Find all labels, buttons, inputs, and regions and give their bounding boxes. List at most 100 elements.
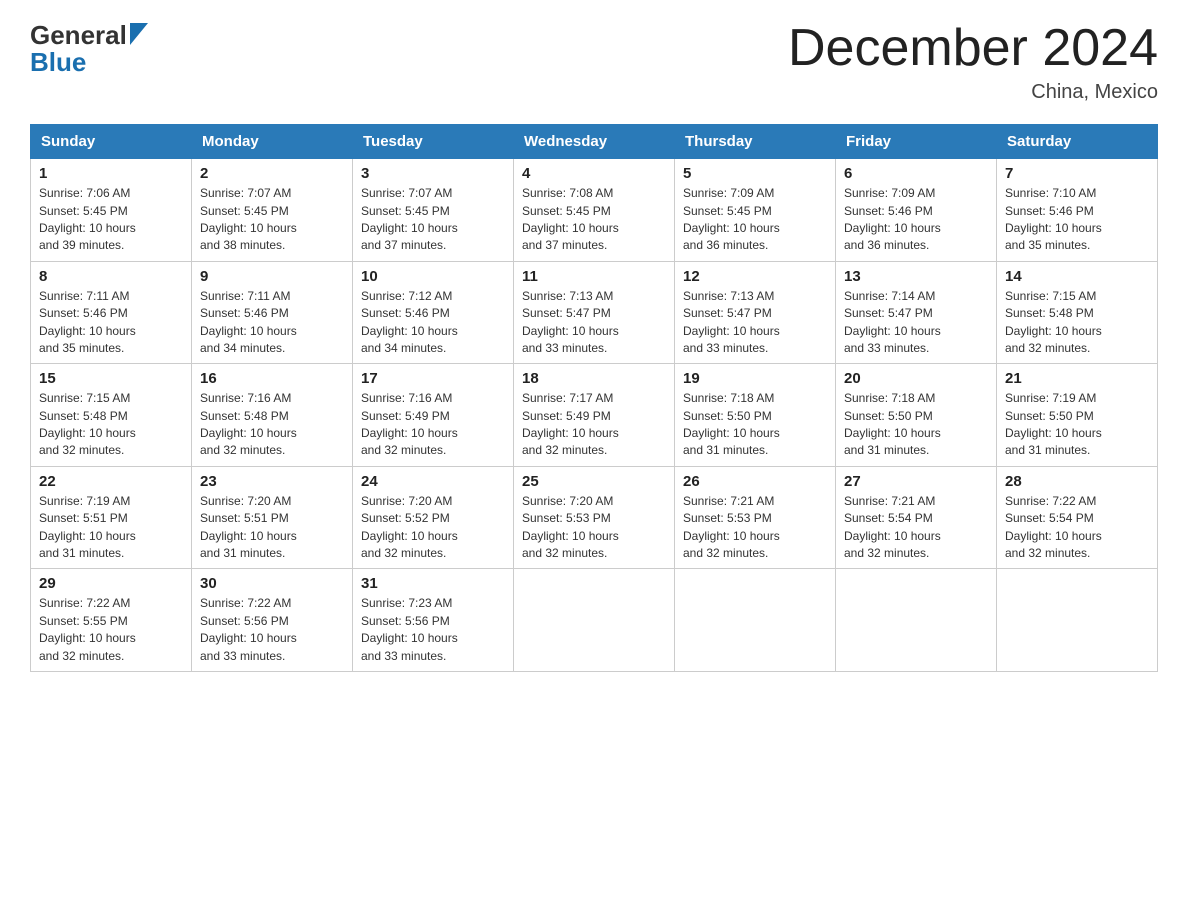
calendar-empty-cell: [997, 569, 1158, 672]
day-number: 23: [200, 473, 344, 490]
calendar-day-cell: 9Sunrise: 7:11 AM Sunset: 5:46 PM Daylig…: [192, 261, 353, 364]
calendar-day-cell: 30 Sunrise: 7:22 AM Sunset: 5:56 PM Dayli…: [192, 569, 353, 672]
calendar-day-cell: 5 Sunrise: 7:09 AM Sunset: 5:45 PM Daylig…: [675, 159, 836, 262]
day-number: 20: [844, 370, 988, 387]
day-sun-info: Sunrise: 7:21 AM Sunset: 5:53 PM Dayligh…: [683, 493, 827, 563]
day-sun-info: Sunrise: 7:16 AM Sunset: 5:49 PM Dayligh…: [361, 390, 505, 460]
day-number: 31: [361, 575, 505, 592]
logo: General Blue: [30, 20, 148, 78]
weekday-header-thursday: Thursday: [675, 125, 836, 159]
weekday-header-wednesday: Wednesday: [514, 125, 675, 159]
calendar-week-row: 29 Sunrise: 7:22 AM Sunset: 5:55 PM Dayli…: [31, 569, 1158, 672]
calendar-day-cell: 4 Sunrise: 7:08 AM Sunset: 5:45 PM Daylig…: [514, 159, 675, 262]
day-sun-info: Sunrise: 7:17 AM Sunset: 5:49 PM Dayligh…: [522, 390, 666, 460]
day-number: 4: [522, 165, 666, 182]
calendar-day-cell: 7 Sunrise: 7:10 AM Sunset: 5:46 PM Daylig…: [997, 159, 1158, 262]
calendar-week-row: 15Sunrise: 7:15 AM Sunset: 5:48 PM Dayli…: [31, 364, 1158, 467]
weekday-header-row: SundayMondayTuesdayWednesdayThursdayFrid…: [31, 125, 1158, 159]
weekday-header-monday: Monday: [192, 125, 353, 159]
calendar-day-cell: 29 Sunrise: 7:22 AM Sunset: 5:55 PM Dayli…: [31, 569, 192, 672]
month-title: December 2024: [788, 20, 1158, 77]
calendar-day-cell: 17 Sunrise: 7:16 AM Sunset: 5:49 PM Dayli…: [353, 364, 514, 467]
calendar-week-row: 22 Sunrise: 7:19 AM Sunset: 5:51 PM Dayli…: [31, 466, 1158, 569]
day-sun-info: Sunrise: 7:13 AM Sunset: 5:47 PM Dayligh…: [683, 288, 827, 358]
day-sun-info: Sunrise: 7:14 AM Sunset: 5:47 PM Dayligh…: [844, 288, 988, 358]
day-number: 1: [39, 165, 183, 182]
day-sun-info: Sunrise: 7:23 AM Sunset: 5:56 PM Dayligh…: [361, 595, 505, 665]
calendar-day-cell: 28 Sunrise: 7:22 AM Sunset: 5:54 PM Dayli…: [997, 466, 1158, 569]
day-number: 25: [522, 473, 666, 490]
day-number: 7: [1005, 165, 1149, 182]
calendar-day-cell: 25Sunrise: 7:20 AM Sunset: 5:53 PM Dayli…: [514, 466, 675, 569]
calendar-empty-cell: [836, 569, 997, 672]
day-number: 27: [844, 473, 988, 490]
day-sun-info: Sunrise: 7:13 AM Sunset: 5:47 PM Dayligh…: [522, 288, 666, 358]
day-sun-info: Sunrise: 7:22 AM Sunset: 5:56 PM Dayligh…: [200, 595, 344, 665]
day-number: 3: [361, 165, 505, 182]
day-number: 30: [200, 575, 344, 592]
day-number: 14: [1005, 268, 1149, 285]
day-sun-info: Sunrise: 7:12 AM Sunset: 5:46 PM Dayligh…: [361, 288, 505, 358]
weekday-header-saturday: Saturday: [997, 125, 1158, 159]
calendar-empty-cell: [514, 569, 675, 672]
day-number: 10: [361, 268, 505, 285]
day-sun-info: Sunrise: 7:20 AM Sunset: 5:52 PM Dayligh…: [361, 493, 505, 563]
day-number: 22: [39, 473, 183, 490]
day-sun-info: Sunrise: 7:19 AM Sunset: 5:50 PM Dayligh…: [1005, 390, 1149, 460]
location-subtitle: China, Mexico: [788, 81, 1158, 104]
day-sun-info: Sunrise: 7:09 AM Sunset: 5:46 PM Dayligh…: [844, 185, 988, 255]
calendar-day-cell: 31 Sunrise: 7:23 AM Sunset: 5:56 PM Dayli…: [353, 569, 514, 672]
calendar-week-row: 1Sunrise: 7:06 AM Sunset: 5:45 PM Daylig…: [31, 159, 1158, 262]
calendar-day-cell: 3 Sunrise: 7:07 AM Sunset: 5:45 PM Daylig…: [353, 159, 514, 262]
calendar-day-cell: 10 Sunrise: 7:12 AM Sunset: 5:46 PM Dayli…: [353, 261, 514, 364]
calendar-empty-cell: [675, 569, 836, 672]
calendar-week-row: 8 Sunrise: 7:11 AM Sunset: 5:46 PM Daylig…: [31, 261, 1158, 364]
day-sun-info: Sunrise: 7:22 AM Sunset: 5:55 PM Dayligh…: [39, 595, 183, 665]
day-sun-info: Sunrise: 7:15 AM Sunset: 5:48 PM Dayligh…: [1005, 288, 1149, 358]
weekday-header-friday: Friday: [836, 125, 997, 159]
day-sun-info: Sunrise: 7:15 AM Sunset: 5:48 PM Dayligh…: [39, 390, 183, 460]
day-number: 24: [361, 473, 505, 490]
day-number: 17: [361, 370, 505, 387]
day-number: 16: [200, 370, 344, 387]
day-number: 26: [683, 473, 827, 490]
day-sun-info: Sunrise: 7:22 AM Sunset: 5:54 PM Dayligh…: [1005, 493, 1149, 563]
calendar-day-cell: 11 Sunrise: 7:13 AM Sunset: 5:47 PM Dayli…: [514, 261, 675, 364]
day-number: 6: [844, 165, 988, 182]
day-sun-info: Sunrise: 7:21 AM Sunset: 5:54 PM Dayligh…: [844, 493, 988, 563]
day-number: 9: [200, 268, 344, 285]
page-header: General Blue December 2024 China, Mexico: [30, 20, 1158, 104]
day-number: 21: [1005, 370, 1149, 387]
day-number: 11: [522, 268, 666, 285]
day-sun-info: Sunrise: 7:08 AM Sunset: 5:45 PM Dayligh…: [522, 185, 666, 255]
day-sun-info: Sunrise: 7:19 AM Sunset: 5:51 PM Dayligh…: [39, 493, 183, 563]
day-sun-info: Sunrise: 7:07 AM Sunset: 5:45 PM Dayligh…: [200, 185, 344, 255]
day-sun-info: Sunrise: 7:11 AM Sunset: 5:46 PM Dayligh…: [39, 288, 183, 358]
calendar-table: SundayMondayTuesdayWednesdayThursdayFrid…: [30, 124, 1158, 672]
calendar-day-cell: 15Sunrise: 7:15 AM Sunset: 5:48 PM Dayli…: [31, 364, 192, 467]
calendar-day-cell: 12Sunrise: 7:13 AM Sunset: 5:47 PM Dayli…: [675, 261, 836, 364]
day-sun-info: Sunrise: 7:07 AM Sunset: 5:45 PM Dayligh…: [361, 185, 505, 255]
day-number: 5: [683, 165, 827, 182]
calendar-day-cell: 24 Sunrise: 7:20 AM Sunset: 5:52 PM Dayli…: [353, 466, 514, 569]
day-sun-info: Sunrise: 7:10 AM Sunset: 5:46 PM Dayligh…: [1005, 185, 1149, 255]
day-number: 29: [39, 575, 183, 592]
day-sun-info: Sunrise: 7:09 AM Sunset: 5:45 PM Dayligh…: [683, 185, 827, 255]
calendar-day-cell: 14 Sunrise: 7:15 AM Sunset: 5:48 PM Dayli…: [997, 261, 1158, 364]
weekday-header-sunday: Sunday: [31, 125, 192, 159]
calendar-day-cell: 26 Sunrise: 7:21 AM Sunset: 5:53 PM Dayli…: [675, 466, 836, 569]
calendar-day-cell: 13 Sunrise: 7:14 AM Sunset: 5:47 PM Dayli…: [836, 261, 997, 364]
calendar-day-cell: 19Sunrise: 7:18 AM Sunset: 5:50 PM Dayli…: [675, 364, 836, 467]
calendar-day-cell: 2Sunrise: 7:07 AM Sunset: 5:45 PM Daylig…: [192, 159, 353, 262]
day-sun-info: Sunrise: 7:18 AM Sunset: 5:50 PM Dayligh…: [844, 390, 988, 460]
day-sun-info: Sunrise: 7:18 AM Sunset: 5:50 PM Dayligh…: [683, 390, 827, 460]
calendar-day-cell: 21 Sunrise: 7:19 AM Sunset: 5:50 PM Dayli…: [997, 364, 1158, 467]
day-number: 8: [39, 268, 183, 285]
day-number: 13: [844, 268, 988, 285]
day-number: 18: [522, 370, 666, 387]
calendar-day-cell: 20 Sunrise: 7:18 AM Sunset: 5:50 PM Dayli…: [836, 364, 997, 467]
calendar-day-cell: 6 Sunrise: 7:09 AM Sunset: 5:46 PM Daylig…: [836, 159, 997, 262]
day-number: 28: [1005, 473, 1149, 490]
calendar-day-cell: 18 Sunrise: 7:17 AM Sunset: 5:49 PM Dayli…: [514, 364, 675, 467]
day-sun-info: Sunrise: 7:16 AM Sunset: 5:48 PM Dayligh…: [200, 390, 344, 460]
